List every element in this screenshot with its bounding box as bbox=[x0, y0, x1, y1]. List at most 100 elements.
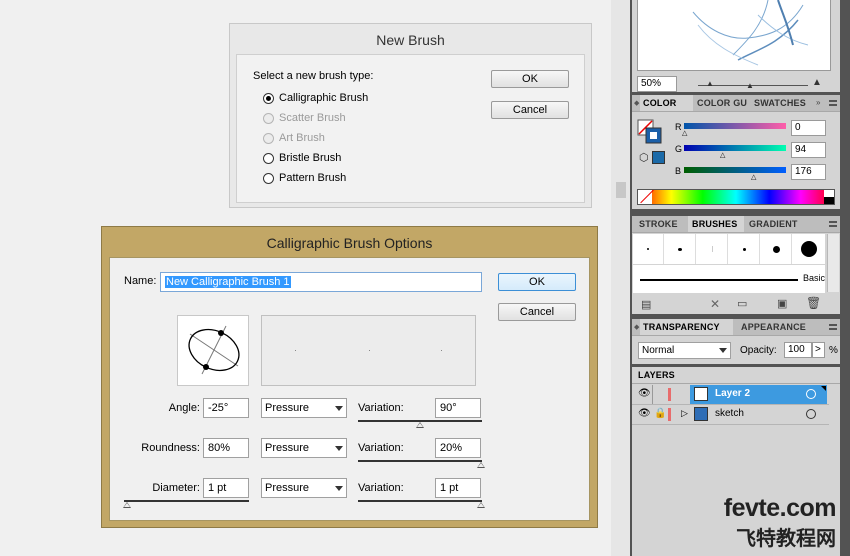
new-brush-ok-button[interactable]: OK bbox=[491, 70, 569, 88]
white-swatch[interactable] bbox=[824, 190, 834, 197]
expand-triangle-icon[interactable]: ▷ bbox=[681, 408, 688, 419]
collapse-icon[interactable]: ◆ bbox=[634, 323, 639, 331]
radio-button-checked[interactable] bbox=[263, 92, 274, 104]
angle-field[interactable]: -25° bbox=[203, 398, 249, 418]
brush-swatch[interactable] bbox=[665, 234, 696, 264]
channel-g-thumb[interactable]: △ bbox=[720, 151, 725, 159]
brush-swatches bbox=[633, 234, 825, 264]
diameter-slider[interactable] bbox=[124, 500, 249, 502]
roundness-variation-field[interactable]: 20% bbox=[435, 438, 481, 458]
channel-g-field[interactable]: 94 bbox=[791, 142, 826, 158]
tab-layers[interactable]: LAYERS bbox=[638, 367, 683, 383]
tab-gradient[interactable]: GRADIENT bbox=[746, 216, 809, 232]
angle-variation-field[interactable]: 90° bbox=[435, 398, 481, 418]
brush-swatch[interactable] bbox=[633, 234, 664, 264]
expand-icon[interactable]: » bbox=[816, 98, 820, 107]
diameter-mode-select[interactable]: Pressure bbox=[261, 478, 347, 498]
radio-bristle-brush[interactable]: Bristle Brush bbox=[263, 150, 341, 166]
new-brush-icon[interactable]: ▣ bbox=[777, 297, 787, 310]
channel-b-thumb[interactable]: △ bbox=[751, 173, 756, 181]
angle-mode-select[interactable]: Pressure bbox=[261, 398, 347, 418]
tab-color-guide[interactable]: COLOR GU bbox=[694, 95, 750, 111]
visibility-eye-icon[interactable]: 👁 bbox=[638, 408, 651, 419]
zoom-in-icon[interactable]: ▲ bbox=[812, 77, 822, 88]
visibility-eye-icon[interactable]: 👁 bbox=[638, 388, 651, 399]
basic-brush-row[interactable]: Basic bbox=[633, 265, 825, 293]
scroll-grip[interactable] bbox=[616, 182, 626, 198]
target-circle-icon[interactable] bbox=[806, 409, 816, 419]
panel-menu-icon[interactable] bbox=[829, 100, 837, 106]
tab-stroke[interactable]: STROKE bbox=[636, 216, 687, 232]
navigator-panel: 50% ▲ ▲ ▲ bbox=[632, 0, 840, 92]
zoom-thumb[interactable]: ▲ bbox=[746, 81, 754, 90]
brush-swatch[interactable] bbox=[697, 234, 728, 264]
brushes-scrollbar[interactable] bbox=[827, 234, 839, 292]
radio-button[interactable] bbox=[263, 152, 274, 164]
new-brush-cancel-button[interactable]: Cancel bbox=[491, 101, 569, 119]
calligraphic-ok-button[interactable]: OK bbox=[498, 273, 576, 291]
cube-icon[interactable]: ⬡ bbox=[639, 151, 649, 164]
calligraphic-options-panel: Name: New Calligraphic Brush 1 OK Cancel… bbox=[109, 257, 590, 521]
diameter-mode-value: Pressure bbox=[265, 482, 310, 494]
navigator-thumbnail[interactable] bbox=[637, 0, 831, 71]
delete-brush-icon[interactable]: 🗑 bbox=[806, 296, 821, 310]
diameter-variation-thumb[interactable] bbox=[477, 502, 485, 508]
channel-r-slider[interactable] bbox=[684, 123, 786, 129]
navigator-zoom-field[interactable]: 50% bbox=[637, 76, 677, 92]
radio-button-disabled bbox=[263, 112, 274, 124]
angle-mode-value: Pressure bbox=[265, 402, 310, 414]
diameter-variation-slider[interactable] bbox=[358, 500, 482, 502]
layer-row-layer-2[interactable]: 👁 Layer 2 bbox=[632, 385, 840, 405]
layer-row-sketch[interactable]: 👁 🔒 ▷ sketch bbox=[632, 405, 840, 425]
radio-button[interactable] bbox=[263, 172, 274, 184]
angle-roundness-preview[interactable] bbox=[177, 315, 249, 386]
angle-variation-thumb[interactable] bbox=[416, 422, 424, 428]
channel-r-field[interactable]: 0 bbox=[791, 120, 826, 136]
target-circle-icon[interactable] bbox=[806, 389, 816, 399]
opacity-stepper[interactable]: > bbox=[812, 342, 825, 358]
tab-swatches[interactable]: SWATCHES bbox=[751, 95, 814, 111]
preview-dot bbox=[369, 350, 370, 351]
blend-mode-select[interactable]: Normal bbox=[638, 342, 731, 359]
radio-button-disabled bbox=[263, 132, 274, 144]
opacity-field[interactable]: 100 bbox=[784, 342, 812, 358]
panel-menu-icon[interactable] bbox=[829, 324, 837, 330]
color-spectrum-bar[interactable] bbox=[637, 189, 835, 205]
black-swatch[interactable] bbox=[824, 197, 834, 204]
calligraphic-cancel-button[interactable]: Cancel bbox=[498, 303, 576, 321]
lock-icon[interactable]: 🔒 bbox=[654, 408, 666, 419]
panel-menu-icon[interactable] bbox=[829, 221, 837, 227]
channel-g-slider[interactable] bbox=[684, 145, 786, 151]
diameter-field[interactable]: 1 pt bbox=[203, 478, 249, 498]
collapse-icon[interactable]: ◆ bbox=[634, 99, 639, 107]
roundness-variation-slider[interactable] bbox=[358, 460, 482, 462]
brush-swatch[interactable] bbox=[761, 234, 792, 264]
roundness-mode-value: Pressure bbox=[265, 442, 310, 454]
roundness-mode-select[interactable]: Pressure bbox=[261, 438, 347, 458]
channel-b-field[interactable]: 176 bbox=[791, 164, 826, 180]
roundness-variation-thumb[interactable] bbox=[477, 462, 485, 468]
brush-libraries-icon[interactable]: ▤ bbox=[641, 298, 651, 311]
diameter-thumb[interactable] bbox=[123, 502, 131, 508]
radio-calligraphic-brush[interactable]: Calligraphic Brush bbox=[263, 90, 368, 106]
tab-brushes[interactable]: BRUSHES bbox=[688, 216, 744, 232]
channel-b-slider[interactable] bbox=[684, 167, 786, 173]
options-icon[interactable]: ▭ bbox=[737, 297, 747, 310]
tab-appearance[interactable]: APPEARANCE bbox=[738, 319, 811, 335]
roundness-field[interactable]: 80% bbox=[203, 438, 249, 458]
fill-stroke-icon[interactable] bbox=[637, 119, 663, 145]
radio-pattern-brush[interactable]: Pattern Brush bbox=[263, 170, 346, 186]
brush-swatch[interactable] bbox=[729, 234, 760, 264]
remove-stroke-icon[interactable]: ✕ bbox=[710, 297, 720, 311]
out-of-gamut-swatch[interactable] bbox=[652, 151, 665, 164]
brush-swatch[interactable] bbox=[793, 234, 824, 264]
channel-r-thumb[interactable]: △ bbox=[682, 129, 687, 137]
tab-transparency[interactable]: TRANSPARENCY bbox=[640, 319, 733, 335]
tab-color[interactable]: COLOR bbox=[640, 95, 693, 111]
diameter-variation-field[interactable]: 1 pt bbox=[435, 478, 481, 498]
brush-name-field[interactable]: New Calligraphic Brush 1 bbox=[160, 272, 482, 292]
transparency-panel-tabs: ◆ TRANSPARENCY APPEARANCE bbox=[632, 319, 840, 336]
brush-name-value: New Calligraphic Brush 1 bbox=[165, 276, 291, 288]
zoom-out-icon[interactable]: ▲ bbox=[706, 79, 714, 88]
radio-art-brush: Art Brush bbox=[263, 130, 325, 146]
